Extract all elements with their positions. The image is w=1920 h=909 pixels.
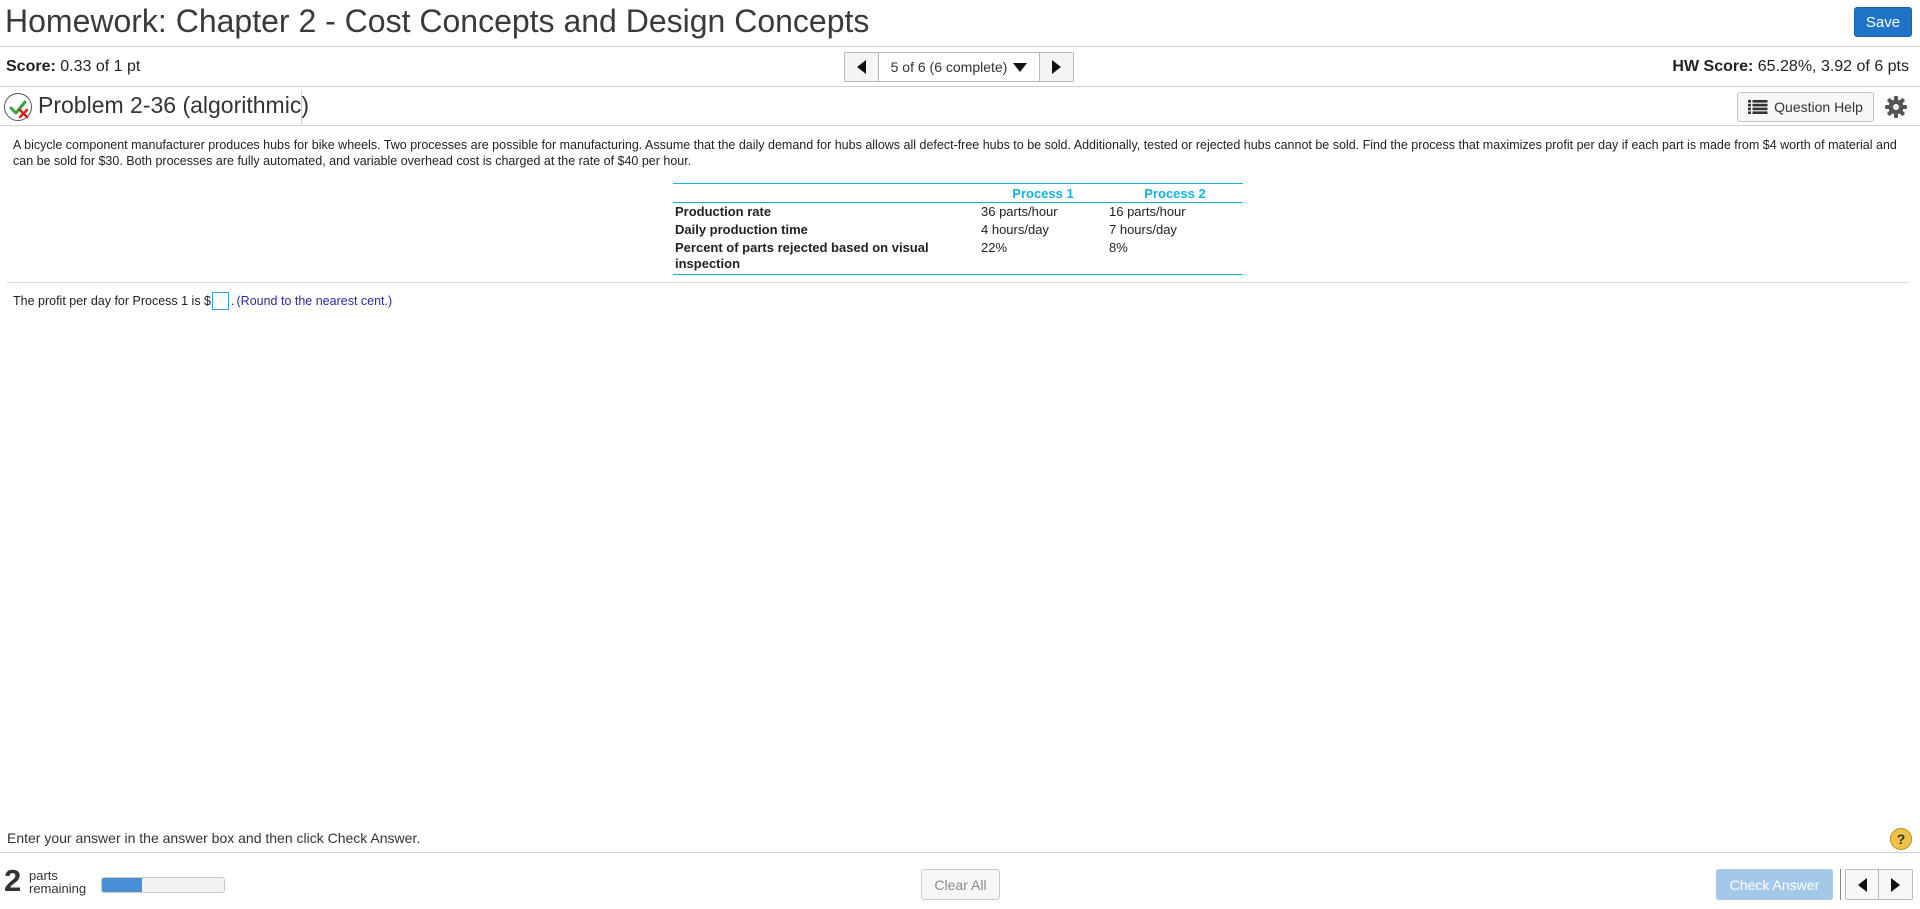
parts-progress-bar bbox=[101, 877, 225, 893]
caret-left-icon bbox=[1857, 877, 1867, 892]
table-header-process-2: Process 2 bbox=[1107, 183, 1243, 203]
caret-down-icon bbox=[1013, 62, 1028, 72]
process-1-value: 22% bbox=[979, 239, 1107, 275]
section-divider bbox=[7, 282, 1909, 283]
parts-remaining-label: parts remaining bbox=[29, 869, 86, 895]
question-help-label: Question Help bbox=[1774, 99, 1863, 115]
homework-page: Homework: Chapter 2 - Cost Concepts and … bbox=[0, 0, 1920, 909]
table-row: Daily production time 4 hours/day 7 hour… bbox=[673, 221, 1243, 239]
divider bbox=[1840, 869, 1841, 900]
footer-previous-button[interactable] bbox=[1846, 870, 1879, 899]
hw-score: HW Score: 65.28%, 3.92 of 6 pts bbox=[1672, 58, 1909, 76]
footer-question-navigator bbox=[1845, 869, 1913, 900]
process-2-value: 16 parts/hour bbox=[1109, 204, 1186, 219]
score-value: 0.33 of 1 pt bbox=[60, 58, 141, 75]
instruction-text: Enter your answer in the answer box and … bbox=[7, 830, 421, 846]
process-table: Process 1 Process 2 Production rate 36 p… bbox=[673, 183, 1243, 275]
answer-suffix: . bbox=[231, 294, 235, 308]
question-help-button[interactable]: Question Help bbox=[1737, 92, 1874, 122]
process-1-value: 4 hours/day bbox=[981, 222, 1049, 237]
question-navigator: 5 of 6 (6 complete) bbox=[844, 52, 1074, 82]
next-question-button[interactable] bbox=[1039, 53, 1073, 81]
question-selector-label: 5 of 6 (6 complete) bbox=[890, 59, 1008, 75]
divider bbox=[301, 90, 302, 124]
title-bar: Homework: Chapter 2 - Cost Concepts and … bbox=[0, 0, 1920, 47]
problem-statement: A bicycle component manufacturer produce… bbox=[13, 138, 1897, 168]
caret-left-icon bbox=[857, 60, 866, 74]
rounding-note: (Round to the nearest cent.) bbox=[236, 294, 393, 308]
table-header-process-1: Process 1 bbox=[979, 183, 1107, 203]
hw-score-value: 65.28%, 3.92 of 6 pts bbox=[1757, 58, 1909, 75]
footer-bar: 2 parts remaining Clear All Check Answer bbox=[0, 852, 1920, 909]
score-bar: Score: 0.33 of 1 pt 5 of 6 (6 complete) … bbox=[0, 48, 1920, 87]
parts-progress-fill bbox=[102, 878, 143, 892]
row-label: Daily production time bbox=[675, 222, 808, 237]
caret-right-icon bbox=[1052, 60, 1061, 74]
row-label: Production rate bbox=[675, 204, 772, 219]
footer-next-button[interactable] bbox=[1879, 870, 1912, 899]
answer-input[interactable] bbox=[212, 292, 230, 310]
score-label: Score: bbox=[6, 58, 56, 75]
question-selector[interactable]: 5 of 6 (6 complete) bbox=[879, 53, 1039, 81]
list-icon bbox=[1748, 100, 1768, 114]
score: Score: 0.33 of 1 pt bbox=[6, 58, 140, 76]
process-1-value: 36 parts/hour bbox=[981, 204, 1058, 219]
table-header-row: Process 1 Process 2 bbox=[673, 183, 1243, 203]
problem-header: Problem 2-36 (algorithmic) Question Help bbox=[0, 88, 1920, 126]
save-button[interactable]: Save bbox=[1854, 7, 1912, 37]
partial-credit-icon bbox=[4, 93, 32, 121]
answer-line: The profit per day for Process 1 is $ . … bbox=[13, 292, 392, 310]
answer-prefix: The profit per day for Process 1 is $ bbox=[13, 294, 212, 308]
gear-icon[interactable] bbox=[1884, 95, 1908, 119]
row-label: Percent of parts rejected based on visua… bbox=[673, 239, 979, 275]
table-header-blank bbox=[673, 183, 979, 203]
process-2-value: 7 hours/day bbox=[1109, 222, 1177, 237]
previous-question-button[interactable] bbox=[845, 53, 879, 81]
parts-label-line2: remaining bbox=[29, 881, 87, 896]
hw-score-label: HW Score: bbox=[1672, 58, 1754, 75]
page-title: Homework: Chapter 2 - Cost Concepts and … bbox=[5, 3, 870, 39]
problem-title: Problem 2-36 (algorithmic) bbox=[38, 92, 309, 118]
table-row: Percent of parts rejected based on visua… bbox=[673, 239, 1243, 275]
clear-all-button[interactable]: Clear All bbox=[921, 869, 1000, 900]
process-2-value: 8% bbox=[1107, 239, 1243, 275]
help-icon[interactable]: ? bbox=[1890, 828, 1912, 850]
caret-right-icon bbox=[1891, 877, 1900, 892]
parts-remaining-count: 2 bbox=[4, 863, 22, 898]
table-row: Production rate 36 parts/hour 16 parts/h… bbox=[673, 203, 1243, 222]
check-answer-button[interactable]: Check Answer bbox=[1716, 869, 1833, 900]
